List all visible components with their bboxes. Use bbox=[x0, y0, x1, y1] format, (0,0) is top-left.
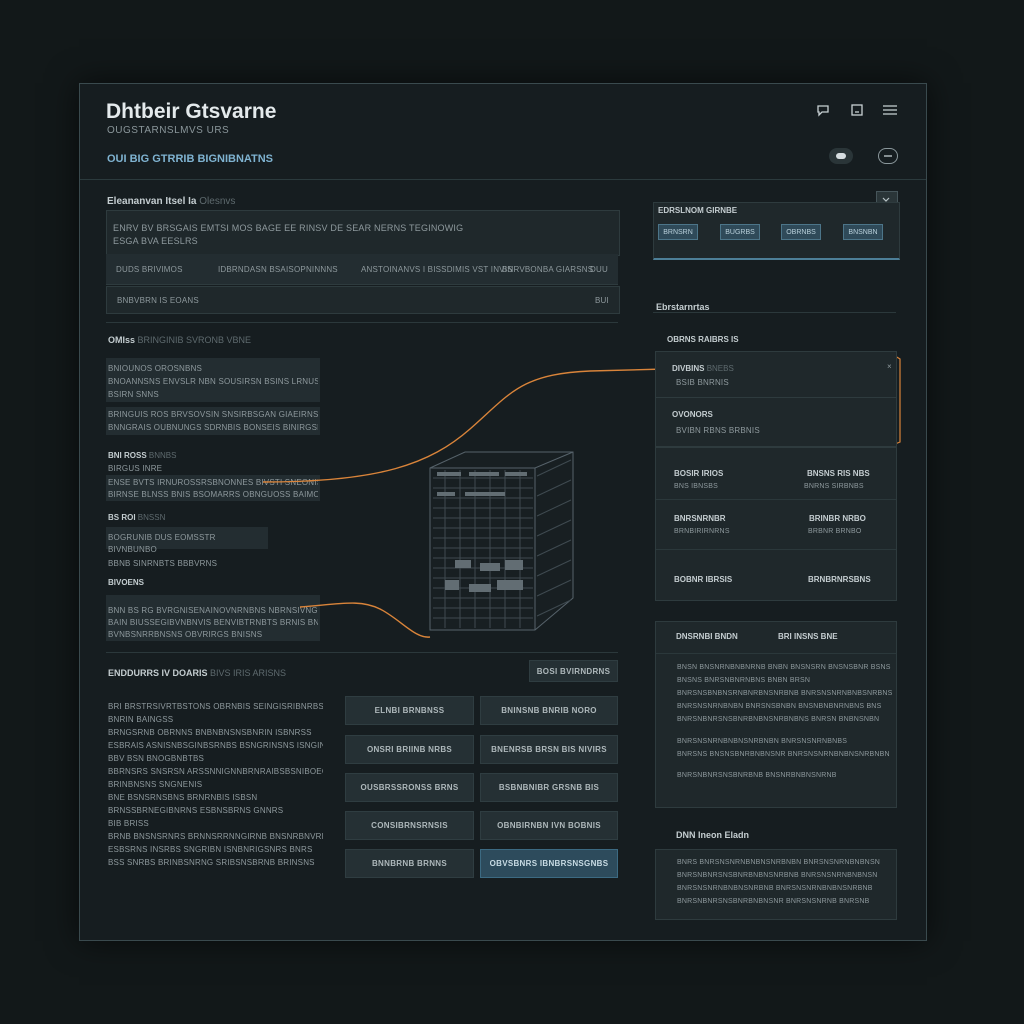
metric-title: BOSIR IRIOS bbox=[674, 469, 724, 478]
list-item: BBV BSN BNOGBNBTBS bbox=[108, 754, 205, 763]
description-divider bbox=[656, 653, 896, 654]
right-subtitle: OBRNS RAIBRS IS bbox=[667, 335, 739, 344]
status-chip[interactable]: OBRNBS bbox=[781, 224, 821, 240]
grid-button-2[interactable]: BNINSNB BNRIB NORO bbox=[480, 696, 618, 725]
status-chip[interactable]: BRNSRN bbox=[658, 224, 698, 240]
grid-button-10-active[interactable]: OBVSBNRS IBNBRSNSGNBS bbox=[480, 849, 618, 878]
bottom-action-button[interactable]: BOSI BVIRNDRNS bbox=[529, 660, 618, 682]
metric-title: BOBNR IBRSIS bbox=[674, 575, 733, 584]
status-panel: EDRSLNOM GIRNBE BRNSRN BUGRBS OBRNBS BNS… bbox=[653, 202, 900, 260]
grid-divider bbox=[656, 499, 896, 500]
metrics-grid: BOSIR IRIOS BNS IBNSBS BNSNS RIS NBS BNR… bbox=[655, 447, 897, 601]
list-item: BBRNSRS SNSRSN ARSSNNIGNNBRNRAIBSBSNIBOE… bbox=[108, 767, 323, 776]
section-divider bbox=[106, 652, 618, 653]
note-panel: BNRS BNRSNSNRNBNBNSNRBNBN BNRSNSNRNBNBNS… bbox=[655, 849, 897, 920]
list-item: BSS SNRBS BRINBSNRNG SRIBSNSBRNB BRINSNS bbox=[108, 858, 315, 867]
description-line: BNSN BNSNRNBNBNRNB BNBN BNSNSRN BNSNSBNR… bbox=[677, 664, 891, 671]
card-a[interactable]: DIVBINS BNEBS BSIB BNRNIS × bbox=[655, 351, 897, 399]
bottom-heading: ENDDURRS IV DOARIS BIVS IRIS ARISNS bbox=[108, 668, 287, 678]
main-window: Dhtbeir Gtsvarne OUGSTARNSLMVS URS OUI B… bbox=[79, 83, 927, 941]
list-item: BNE BSNSRNSBNS BRNRNBIS ISBSN bbox=[108, 793, 258, 802]
list-item: ESBSRNS INSRBS SNGRIBN ISNBNRIGSNRS BNRS bbox=[108, 845, 313, 854]
card-b[interactable]: OVONORS BVIBN RBNS BRBNIS bbox=[655, 397, 897, 447]
grid-divider bbox=[656, 549, 896, 550]
list-item: BNRIN BAINGSS bbox=[108, 715, 174, 724]
status-chip[interactable]: BNSNBN bbox=[843, 224, 883, 240]
grid-button-5[interactable]: OUSBRSSRONSS BRNS bbox=[345, 773, 474, 802]
bottom-text-list: BRI BRSTRSIVRTBSTONS OBRNBIS SEINGISRIBN… bbox=[108, 702, 323, 871]
description-panel: DNSRNBI BNDN BRI INSNS BNE BNSN BNSNRNBN… bbox=[655, 621, 897, 808]
card-a-title: DIVBINS BNEBS bbox=[672, 364, 734, 373]
metric-title: BRNBRNRSBNS bbox=[808, 575, 871, 584]
grid-button-1[interactable]: ELNBI BRNBNSS bbox=[345, 696, 474, 725]
status-title: EDRSLNOM GIRNBE bbox=[658, 206, 738, 215]
section-divider bbox=[653, 312, 896, 313]
description-title: DNSRNBI BNDN bbox=[676, 632, 738, 641]
metric-sub: BRBNR BRNBO bbox=[808, 528, 862, 535]
metric-sub: BNRNS SIRBNBS bbox=[804, 483, 864, 490]
description-line: BNRSNS BNSNSBNRBNBNSNR BNRSNSNRNBNBNSNRB… bbox=[677, 751, 890, 758]
card-a-line: BSIB BNRNIS bbox=[676, 378, 729, 387]
grid-button-9[interactable]: BNNBRNB BRNNS bbox=[345, 849, 474, 878]
metric-title: BNSNS RIS NBS bbox=[807, 469, 870, 478]
list-item: BRI BRSTRSIVRTBSTONS OBRNBIS SEINGISRIBN… bbox=[108, 702, 323, 711]
description-line: BNSNS BNRSNBNRNBNS BNBN BRSN bbox=[677, 677, 811, 684]
description-line: BNRSNBNRSNSBNRBNB BNSNRBNBNSNRNB bbox=[677, 772, 837, 779]
grid-button-7[interactable]: CONSIBRNSRNSIS bbox=[345, 811, 474, 840]
list-item: BRINBNSNS SNGNENIS bbox=[108, 780, 203, 789]
card-b-line: BVIBN RBNS BRBNIS bbox=[676, 426, 760, 435]
metric-sub: BNS IBNSBS bbox=[674, 483, 719, 490]
description-line: BNRSNSNRNBNBN BNRSNSBNBN BNSNBNBNRNBNS B… bbox=[677, 703, 882, 710]
grid-button-4[interactable]: BNENRSB BRSN BIS NIVIRS bbox=[480, 735, 618, 764]
list-item: BIB BRISS bbox=[108, 819, 149, 828]
grid-button-8[interactable]: OBNBIRNBN IVN BOBNIS bbox=[480, 811, 618, 840]
server-rack-illustration bbox=[429, 451, 574, 631]
card-b-title: OVONORS bbox=[672, 410, 713, 419]
metric-sub: BRNBIRIRNRNS bbox=[674, 528, 730, 535]
list-item: ESBRAIS ASNISNBSGINBSRNBS BSNGRINSNS ISN… bbox=[108, 741, 323, 750]
metric-title: BRINBR NRBO bbox=[809, 514, 866, 523]
grid-button-6[interactable]: BSBNBNIBR GRSNB BIS bbox=[480, 773, 618, 802]
note-line: BNRS BNRSNSNRNBNBNSNRBNBN BNRSNSNRNBNBNS… bbox=[677, 859, 881, 866]
grid-button-3[interactable]: ONSRI BRIINB NRBS bbox=[345, 735, 474, 764]
note-title: DNN Ineon Eladn bbox=[676, 830, 750, 840]
metric-title: BNRSNRNBR bbox=[674, 514, 726, 523]
list-item: BRNSSBRNEGIBNRNS ESBNSBRNS GNNRS bbox=[108, 806, 284, 815]
description-line: BNRSNSBNBNSRNBNRBNSNRBNB BNRSNSNRNBNBSNR… bbox=[677, 690, 892, 697]
description-title-2: BRI INSNS BNE bbox=[778, 632, 838, 641]
note-line: BNRSNSNRNBNBNSNRBNB BNRSNSNRNBNBNSNRBNB bbox=[677, 885, 873, 892]
right-section-title: Ebrstarnrtas bbox=[656, 302, 710, 312]
list-item: BRNB BNSNSRNRS BRNNSRRNNGIRNB BNSNRBNVRN… bbox=[108, 832, 323, 841]
description-line: BNRSNSNRNBNBNSNRBNBN BNRSNSNRNBNBS bbox=[677, 738, 848, 745]
card-a-close-icon[interactable]: × bbox=[887, 362, 892, 371]
description-line: BNRSNBNRSNSBNRBNBNSNRBNBNS BNRSN BNBNSNB… bbox=[677, 716, 880, 723]
note-line: BNRSNBNRSNSBNRBNBNSNR BNRSNSNRNB BNRSNB bbox=[677, 898, 870, 905]
list-item: BRNGSRNB OBRNNS BNBNBNSNSBNRIN ISBNRSS bbox=[108, 728, 312, 737]
status-chip[interactable]: BUGRBS bbox=[720, 224, 760, 240]
note-line: BNRSNBNRSNSBNRBNBNSNRBNB BNRSNSNRNBNBNSN bbox=[677, 872, 878, 879]
